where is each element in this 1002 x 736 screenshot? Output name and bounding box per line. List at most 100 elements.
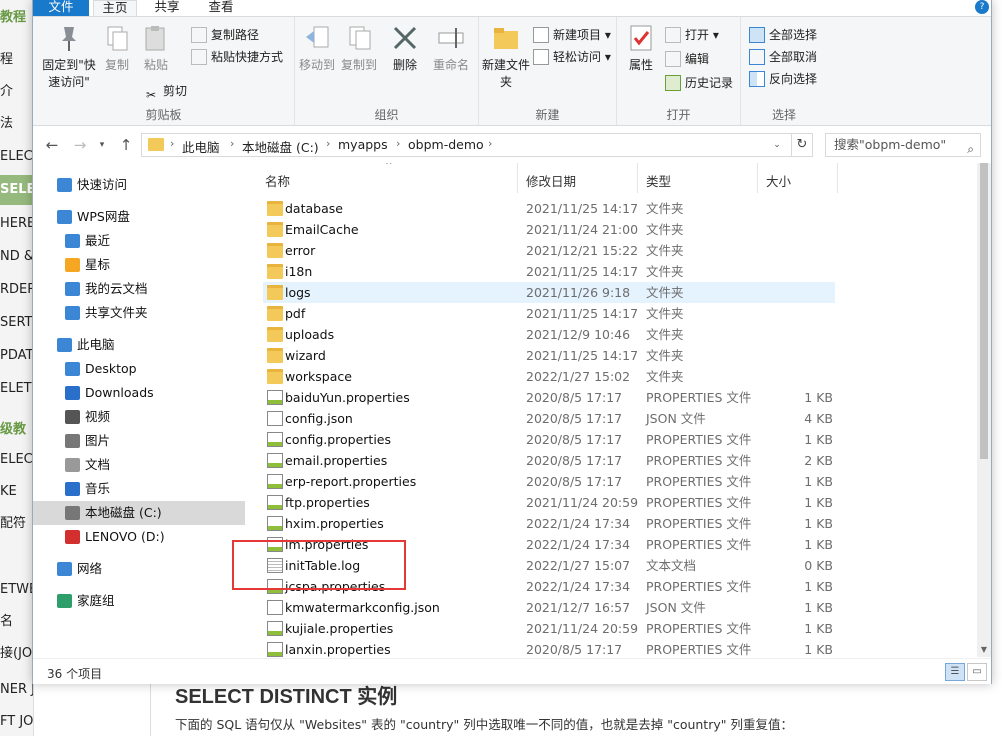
easy-access-button[interactable]: 轻松访问 ▾ [533, 47, 611, 67]
help-icon[interactable]: ? [975, 0, 989, 14]
large-icons-view-button[interactable]: ▭ [967, 663, 987, 681]
breadcrumb-this-pc[interactable]: 此电脑 [182, 137, 220, 156]
breadcrumb-myapps[interactable]: myapps [338, 137, 388, 152]
copy-path-button[interactable]: 复制路径 [191, 25, 259, 45]
file-row[interactable]: config.properties 2020/8/5 17:17 PROPERTIE… [263, 429, 835, 450]
history-button[interactable]: 历史记录 [665, 73, 733, 93]
background-sidebar-item[interactable]: KE [0, 477, 33, 507]
nav-item[interactable]: 家庭组 [33, 589, 245, 613]
file-row[interactable]: workspace 2022/1/27 15:02 文件夹 [263, 366, 835, 387]
nav-item[interactable]: 音乐 [33, 477, 245, 501]
pin-quick-access-button[interactable]: 固定到"快速访问" [39, 23, 99, 91]
background-sidebar-item[interactable]: 接(JO [0, 639, 33, 669]
background-sidebar-item[interactable]: 程 [0, 45, 33, 75]
background-sidebar-item[interactable]: 配符 [0, 509, 33, 539]
rename-button[interactable]: 重命名 [429, 23, 473, 74]
nav-item[interactable]: 本地磁盘 (C:) [33, 501, 245, 525]
recent-locations-button[interactable]: ▾ [91, 135, 113, 155]
copy-button[interactable]: 复制 [101, 23, 133, 74]
open-button[interactable]: 打开 ▾ [665, 25, 719, 45]
file-row[interactable]: initTable.log 2022/1/27 15:07 文本文档 0 KB [263, 555, 835, 576]
paste-button[interactable]: 粘贴 [139, 23, 173, 74]
column-divider[interactable] [517, 163, 518, 193]
column-type[interactable]: 类型 [646, 171, 671, 190]
file-row[interactable]: ftp.properties 2021/11/24 20:59 PROPERTIES… [263, 492, 835, 513]
up-button[interactable]: ↑ [115, 135, 137, 155]
file-row[interactable]: pdf 2021/11/25 14:17 文件夹 [263, 303, 835, 324]
background-sidebar-item[interactable]: ELECT [0, 142, 33, 172]
file-row[interactable]: config.json 2020/8/5 17:17 JSON 文件 4 KB [263, 408, 835, 429]
nav-item[interactable]: 文档 [33, 453, 245, 477]
column-size[interactable]: 大小 [766, 171, 791, 190]
breadcrumb-local-disk[interactable]: 本地磁盘 (C:) [242, 137, 319, 156]
back-button[interactable]: ← [41, 135, 63, 155]
column-divider[interactable] [837, 163, 838, 193]
tab-view[interactable]: 查看 [199, 0, 243, 16]
nav-item[interactable]: 图片 [33, 429, 245, 453]
file-row[interactable]: hxim.properties 2022/1/24 17:34 PROPERTIES… [263, 513, 835, 534]
select-none-button[interactable]: 全部取消 [749, 47, 817, 67]
scroll-down-icon[interactable]: ▼ [977, 643, 991, 657]
nav-item[interactable]: 共享文件夹 [33, 301, 245, 325]
file-row[interactable]: kujiale.properties 2021/11/24 20:59 PROPER… [263, 618, 835, 639]
invert-selection-button[interactable]: 反向选择 [749, 69, 817, 89]
background-sidebar-item[interactable]: ELETE [0, 374, 33, 404]
file-row[interactable]: logs 2021/11/26 9:18 文件夹 [263, 282, 835, 303]
file-row[interactable]: jcspa.properties 2022/1/24 17:34 PROPERTIE… [263, 576, 835, 597]
file-row[interactable]: lanxin.properties 2020/8/5 17:17 PROPERTIE… [263, 639, 835, 657]
file-row[interactable]: erp-report.properties 2020/8/5 17:17 PROPE… [263, 471, 835, 492]
background-sidebar-item[interactable] [0, 545, 33, 575]
nav-item[interactable]: 星标 [33, 253, 245, 277]
nav-item[interactable]: 视频 [33, 405, 245, 429]
breadcrumb-obpm-demo[interactable]: obpm-demo [408, 137, 484, 152]
column-name[interactable]: 名称 [265, 171, 290, 190]
details-view-button[interactable]: ☰ [945, 663, 965, 681]
background-sidebar-item[interactable]: NER JOIN [0, 675, 33, 705]
nav-item[interactable]: 我的云文档 [33, 277, 245, 301]
file-row[interactable]: wizard 2021/11/25 14:17 文件夹 [263, 345, 835, 366]
address-history-button[interactable]: ⌄ [766, 133, 788, 157]
cut-button[interactable]: ✂ 剪切 [143, 81, 187, 102]
background-sidebar-item[interactable]: 法 [0, 109, 33, 139]
vertical-scrollbar[interactable]: ▼ [977, 163, 991, 657]
nav-item[interactable]: LENOVO (D:) [33, 525, 245, 549]
background-sidebar-item[interactable]: ELEC [0, 445, 33, 475]
edit-button[interactable]: 编辑 [665, 49, 709, 69]
search-input[interactable]: 搜索"obpm-demo" ⌕ [825, 133, 981, 157]
file-row[interactable]: database 2021/11/25 14:17 文件夹 [263, 198, 835, 219]
background-sidebar-item[interactable]: 级教 [0, 415, 33, 445]
nav-item[interactable]: 最近 [33, 229, 245, 253]
address-bar[interactable]: › 此电脑 › 本地磁盘 (C:) › myapps › obpm-demo ›… [141, 133, 813, 157]
properties-button[interactable]: 属性 [621, 23, 661, 74]
file-row[interactable]: email.properties 2020/8/5 17:17 PROPERTIES… [263, 450, 835, 471]
background-sidebar-item[interactable]: 介 [0, 77, 33, 107]
tab-share[interactable]: 共享 [145, 0, 189, 16]
tab-home[interactable]: 主页 [93, 0, 137, 16]
background-sidebar-item[interactable]: SELECT [0, 175, 33, 205]
nav-item[interactable]: 快速访问 [33, 173, 245, 197]
background-sidebar-item[interactable]: RDER [0, 275, 33, 305]
background-sidebar-item[interactable]: ND & [0, 242, 33, 272]
move-to-button[interactable]: 移动到 [297, 23, 337, 74]
background-sidebar-item[interactable]: 名 [0, 607, 33, 637]
nav-item[interactable]: Downloads [33, 381, 245, 405]
background-sidebar-item[interactable]: HERE [0, 209, 33, 239]
select-all-button[interactable]: 全部选择 [749, 25, 817, 45]
nav-item[interactable]: 此电脑 [33, 333, 245, 357]
column-date[interactable]: 修改日期 [526, 171, 576, 190]
search-icon[interactable]: ⌕ [967, 138, 974, 160]
file-row[interactable]: error 2021/12/21 15:22 文件夹 [263, 240, 835, 261]
nav-item[interactable]: Desktop [33, 357, 245, 381]
background-sidebar-item[interactable]: ETWE [0, 575, 33, 605]
file-row[interactable]: baiduYun.properties 2020/8/5 17:17 PROPERT… [263, 387, 835, 408]
nav-item[interactable]: WPS网盘 [33, 205, 245, 229]
background-sidebar-item[interactable]: FT JOIN [0, 707, 33, 736]
tab-file[interactable]: 文件 [33, 0, 89, 16]
new-folder-button[interactable]: 新建文件夹 [481, 23, 531, 91]
column-divider[interactable] [757, 163, 758, 193]
scrollbar-thumb[interactable] [980, 163, 988, 459]
background-sidebar-item[interactable]: PDATE [0, 341, 33, 371]
file-row[interactable]: kmwatermarkconfig.json 2021/12/7 16:57 JSO… [263, 597, 835, 618]
file-row[interactable]: uploads 2021/12/9 10:46 文件夹 [263, 324, 835, 345]
file-row[interactable]: i18n 2021/11/25 14:17 文件夹 [263, 261, 835, 282]
